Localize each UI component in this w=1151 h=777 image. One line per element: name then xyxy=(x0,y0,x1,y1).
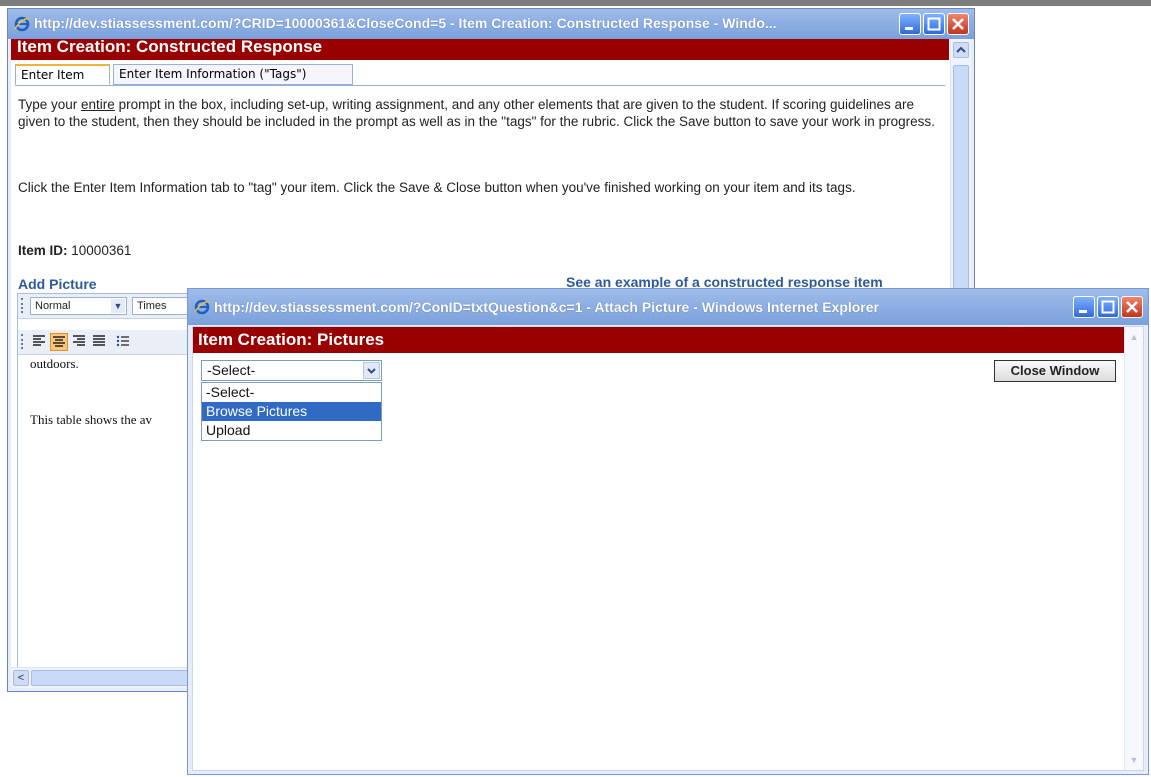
chevron-up-icon xyxy=(956,46,966,53)
tab-enter-item[interactable]: Enter Item xyxy=(15,64,110,85)
toolbar-grip[interactable] xyxy=(21,334,26,349)
rich-text-editor[interactable]: Normal ▼ Times outdoors. This table shows… xyxy=(17,293,202,673)
chevron-down-icon: ▼ xyxy=(111,299,125,313)
scroll-thumb-horizontal[interactable] xyxy=(31,670,206,686)
align-left-icon xyxy=(33,335,45,346)
align-center-button[interactable] xyxy=(50,333,68,351)
justify-icon xyxy=(93,335,105,346)
title-bar[interactable]: http://dev.stiassessment.com/?ConID=txtQ… xyxy=(188,289,1148,325)
bullet-list-icon xyxy=(116,335,129,347)
item-id: Item ID: 10000361 xyxy=(18,243,132,258)
editor-toolbar-format: Normal ▼ Times xyxy=(18,294,202,319)
minimize-button[interactable] xyxy=(899,13,921,35)
page-header: Item Creation: Constructed Response xyxy=(11,39,949,60)
option-browse-pictures[interactable]: Browse Pictures xyxy=(202,402,381,421)
align-left-button[interactable] xyxy=(30,333,48,351)
picture-source-select[interactable]: -Select- xyxy=(201,360,382,381)
minimize-button[interactable] xyxy=(1073,296,1095,318)
close-button[interactable] xyxy=(1121,296,1143,318)
close-window-button[interactable]: Close Window xyxy=(994,360,1116,382)
tab-enter-item-information[interactable]: Enter Item Information ("Tags") xyxy=(113,64,353,85)
window-title: http://dev.stiassessment.com/?CRID=10000… xyxy=(34,15,777,31)
add-picture-link[interactable]: Add Picture xyxy=(18,276,97,292)
justify-button[interactable] xyxy=(90,333,108,351)
scroll-up-button[interactable] xyxy=(953,42,969,58)
tab-divider xyxy=(15,85,945,86)
background-window-edge xyxy=(0,0,1151,6)
page-header: Item Creation: Pictures xyxy=(193,327,1125,353)
instructions-paragraph-1: Type your entire prompt in the box, incl… xyxy=(18,97,935,129)
maximize-button[interactable] xyxy=(923,13,945,35)
window-content: Item Creation: Pictures -Select- -Select… xyxy=(192,326,1144,771)
align-center-icon xyxy=(53,336,65,347)
style-select[interactable]: Normal ▼ xyxy=(30,297,127,315)
option-select[interactable]: -Select- xyxy=(202,383,381,402)
scroll-down-button[interactable]: ▼ xyxy=(1127,753,1141,767)
picture-source-options: -Select- Browse Pictures Upload xyxy=(201,382,382,441)
item-id-value: 10000361 xyxy=(71,243,132,258)
scroll-left-button[interactable]: < xyxy=(13,670,29,686)
editor-text-line: This table shows the av xyxy=(30,412,153,427)
editor-text-line: outdoors. xyxy=(30,356,79,371)
bullet-list-button[interactable] xyxy=(114,333,132,351)
ie-icon xyxy=(14,16,30,32)
attach-picture-window: http://dev.stiassessment.com/?ConID=txtQ… xyxy=(187,288,1149,775)
ie-icon xyxy=(194,299,210,315)
toolbar-grip[interactable] xyxy=(21,298,26,313)
maximize-button[interactable] xyxy=(1097,296,1119,318)
scroll-up-button[interactable]: ▲ xyxy=(1127,330,1141,344)
align-right-icon xyxy=(73,335,85,346)
title-bar[interactable]: http://dev.stiassessment.com/?CRID=10000… xyxy=(8,9,974,39)
window-title: http://dev.stiassessment.com/?ConID=txtQ… xyxy=(214,299,879,315)
option-upload[interactable]: Upload xyxy=(202,421,381,440)
vertical-scrollbar[interactable]: ▲ ▼ xyxy=(1124,327,1143,770)
emphasis-text: entire xyxy=(81,97,115,112)
editor-toolbar-align xyxy=(18,330,201,355)
chevron-down-icon xyxy=(363,362,380,379)
close-button[interactable] xyxy=(947,13,969,35)
align-right-button[interactable] xyxy=(70,333,88,351)
instructions-paragraph-2: Click the Enter Item Information tab to … xyxy=(18,180,856,195)
